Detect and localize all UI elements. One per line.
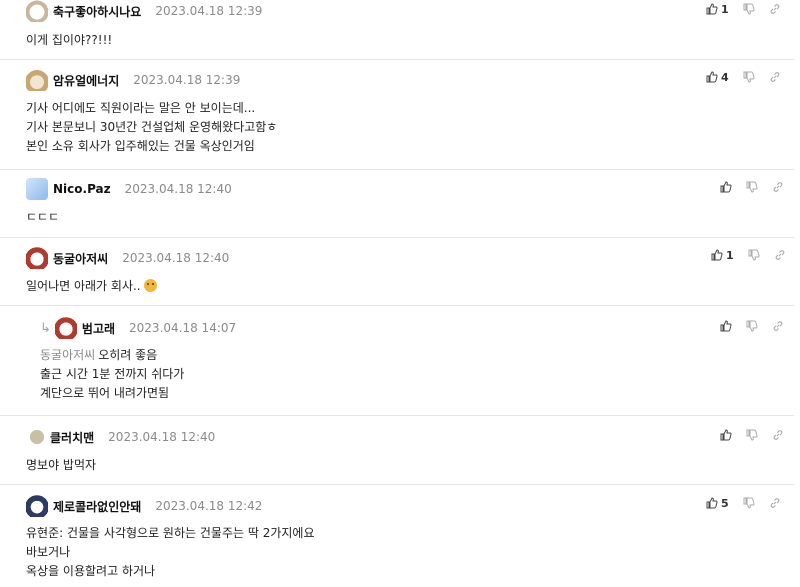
link-icon: [773, 182, 783, 192]
comment-text: 유현준: 건물을 사각형으로 원하는 건물주는 딱 2가지에요: [26, 526, 315, 540]
thumbs-up-icon: [720, 181, 732, 193]
thumbs-down-icon: [746, 320, 758, 332]
like-count: 4: [721, 70, 729, 84]
reply-arrow-icon: ↳: [40, 320, 51, 336]
timestamp: 2023.04.18 12:40: [108, 430, 216, 444]
thumbs-down-icon: [743, 497, 755, 509]
user-avatar[interactable]: [26, 247, 48, 269]
timestamp: 2023.04.18 12:40: [122, 251, 230, 265]
dislike-button[interactable]: [743, 497, 755, 509]
thumbs-up-icon: [720, 429, 732, 441]
share-button[interactable]: [769, 3, 781, 15]
user-avatar[interactable]: [26, 69, 48, 91]
comment-item: 암유얼에너지 2023.04.18 12:39 4 기사 어디에도 직원이라는 …: [0, 60, 794, 170]
link-icon: [773, 321, 783, 331]
nickname[interactable]: 제로콜라없인안돼: [53, 498, 141, 515]
share-button[interactable]: [772, 320, 784, 332]
share-button[interactable]: [774, 249, 786, 261]
thumbs-down-icon: [743, 3, 755, 15]
link-icon: [770, 498, 779, 508]
timestamp: 2023.04.18 14:07: [129, 321, 237, 335]
comment-text: 바보거나: [26, 545, 71, 559]
emoji-icon: [144, 279, 158, 292]
dislike-button[interactable]: [743, 71, 755, 83]
comment-text: 일어나면 아래가 회사..: [26, 279, 141, 293]
comment-item: 동굴아저씨 2023.04.18 12:40 1 일어나면 아래가 회사..: [0, 238, 794, 306]
comment-item: 클러치맨 2023.04.18 12:40 명보야 밥먹자: [0, 416, 794, 485]
timestamp: 2023.04.18 12:42: [155, 499, 263, 513]
share-button[interactable]: [772, 181, 784, 193]
thumbs-down-icon: [746, 429, 758, 441]
reply-item: ↳ 범고래 2023.04.18 14:07 동굴아저씨 오히려 좋음 출근 시간…: [0, 306, 794, 416]
timestamp: 2023.04.18 12:40: [124, 182, 232, 196]
thumbs-up-icon: [706, 3, 718, 15]
thumbs-down-icon: [748, 249, 760, 261]
thumbs-down-icon: [743, 71, 755, 83]
nickname[interactable]: 클러치맨: [50, 429, 94, 446]
user-avatar[interactable]: [54, 317, 77, 339]
mention-link[interactable]: 동굴아저씨: [40, 348, 95, 362]
comment-item: 축구좋아하시나요 2023.04.18 12:39 1 이게 집이야??!!!: [0, 0, 794, 60]
comment-item: 제로콜라없인안돼 2023.04.18 12:42 5 유현준: 건물을 사각형…: [0, 485, 794, 587]
nickname[interactable]: Nico.Paz: [53, 182, 111, 196]
timestamp: 2023.04.18 12:39: [133, 73, 241, 87]
like-count: 5: [721, 496, 729, 510]
thumbs-up-icon: [706, 497, 718, 509]
dislike-button[interactable]: [746, 429, 758, 441]
like-button[interactable]: 1: [711, 249, 734, 262]
nickname[interactable]: 범고래: [82, 320, 115, 337]
comment-text: 기사 어디에도 직원이라는 말은 안 보이는데...: [26, 101, 256, 115]
like-button[interactable]: [720, 320, 732, 332]
nickname[interactable]: 암유얼에너지: [53, 72, 119, 89]
comment-text: 본인 소유 회사가 입주해있는 건물 옥상인거임: [26, 139, 255, 153]
nickname[interactable]: 축구좋아하시나요: [53, 3, 141, 20]
dislike-button[interactable]: [746, 320, 758, 332]
link-icon: [770, 72, 779, 82]
user-avatar[interactable]: [26, 178, 48, 200]
comment-text: 기사 본문보니 30년간 건설업체 운영해왔다고함ㅎ: [26, 120, 278, 134]
comment-text: 이게 집이야??!!!: [26, 33, 113, 47]
comment-text: ㄷㄷㄷ: [26, 210, 60, 224]
user-avatar[interactable]: [26, 0, 48, 22]
link-icon: [770, 4, 779, 14]
link-icon: [775, 250, 784, 260]
comment-text: 오히려 좋음: [98, 348, 158, 362]
like-button[interactable]: [720, 181, 732, 193]
dislike-button[interactable]: [746, 181, 758, 193]
share-button[interactable]: [772, 429, 784, 441]
share-button[interactable]: [769, 71, 781, 83]
comment-text: 옥상을 이용할려고 하거나: [26, 564, 156, 578]
like-button[interactable]: 4: [706, 71, 729, 84]
thumbs-up-icon: [706, 71, 718, 83]
like-button[interactable]: 5: [706, 497, 729, 510]
comment-item: Nico.Paz 2023.04.18 12:40 ㄷㄷㄷ: [0, 170, 794, 238]
dislike-button[interactable]: [743, 3, 755, 15]
dislike-button[interactable]: [748, 249, 760, 261]
link-icon: [773, 430, 783, 440]
like-button[interactable]: 1: [706, 3, 729, 16]
comment-text: 계단으로 뛰어 내려가면됨: [40, 386, 170, 400]
nickname[interactable]: 동굴아저씨: [53, 250, 108, 267]
user-avatar[interactable]: [30, 430, 44, 444]
comment-text: 명보야 밥먹자: [26, 458, 97, 472]
like-count: 1: [726, 248, 734, 262]
timestamp: 2023.04.18 12:39: [155, 4, 263, 18]
thumbs-down-icon: [746, 181, 758, 193]
comment-text: 출근 시간 1분 전까지 쉬다가: [40, 367, 185, 381]
like-button[interactable]: [720, 429, 732, 441]
user-avatar[interactable]: [26, 495, 48, 517]
like-count: 1: [721, 2, 729, 16]
thumbs-up-icon: [720, 320, 732, 332]
share-button[interactable]: [769, 497, 781, 509]
thumbs-up-icon: [711, 249, 723, 261]
